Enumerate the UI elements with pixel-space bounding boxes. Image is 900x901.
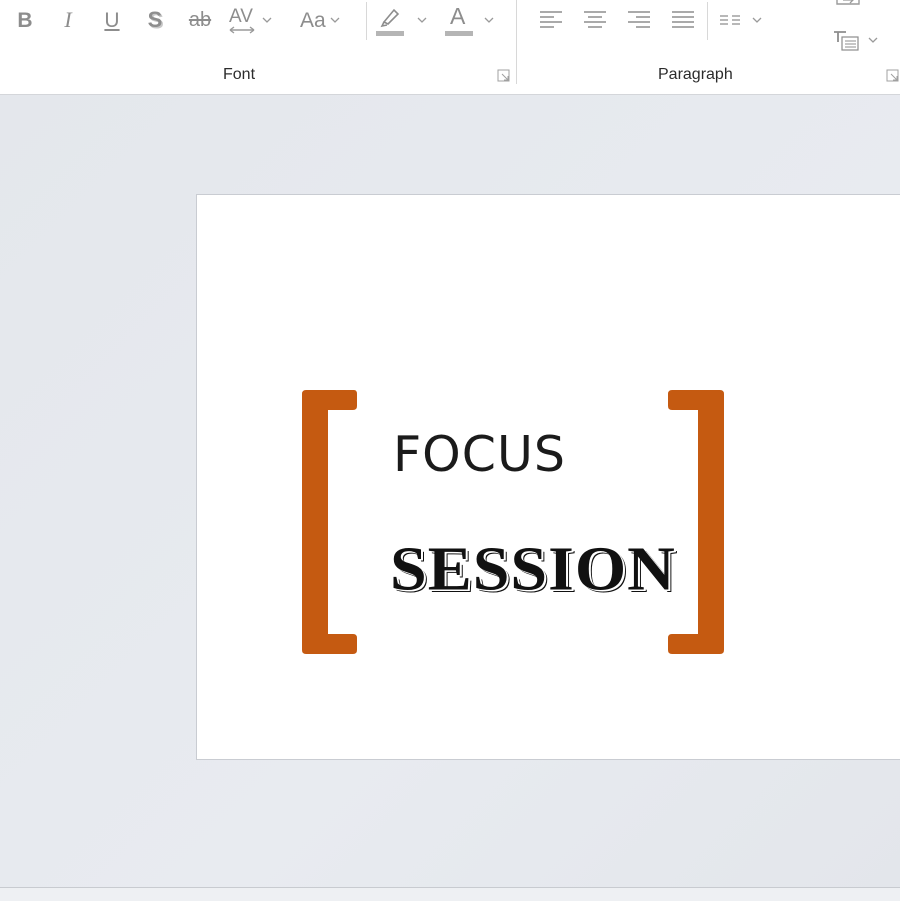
font-color-button[interactable]: A [444,0,500,40]
group-separator [516,0,517,84]
chevron-down-icon [752,17,762,23]
highlighter-icon [375,3,405,37]
align-left-button[interactable] [536,0,566,40]
dialog-launcher-icon [886,69,899,82]
paragraph-group-label: Paragraph [658,66,733,83]
font-group-label: Font [223,66,256,83]
align-center-icon [584,11,606,28]
align-center-button[interactable] [580,0,610,40]
font-dialog-launcher[interactable] [497,69,510,82]
slide-title-line2[interactable]: SESSION [390,538,676,601]
text-direction-icon [836,0,860,5]
font-color-icon: A [444,3,474,37]
slide-title-line1[interactable]: FOCUS [393,430,566,479]
justify-icon [672,11,694,28]
align-right-button[interactable] [624,0,654,40]
strikethrough-button[interactable]: ab [184,0,216,40]
highlight-color-button[interactable] [375,0,431,40]
align-right-icon [628,11,650,28]
align-text-icon [834,31,859,51]
left-bracket-shape[interactable] [300,388,360,658]
strikethrough-icon: ab [188,9,212,31]
paragraph-dialog-launcher[interactable] [886,69,899,82]
chevron-down-icon [868,37,878,43]
justify-button[interactable] [668,0,698,40]
align-text-button[interactable] [832,22,888,58]
align-left-icon [540,11,562,28]
underline-icon: U [104,8,120,32]
chevron-down-icon [484,17,494,23]
italic-button[interactable]: I [56,0,80,40]
bottom-scroll-area [0,887,900,901]
change-case-button[interactable]: Aa [300,0,350,40]
columns-button[interactable] [718,0,768,40]
text-shadow-button[interactable]: S [142,0,168,40]
separator [707,2,708,40]
separator [366,2,367,40]
right-bracket-shape[interactable] [666,388,726,658]
chevron-down-icon [330,17,340,23]
dialog-launcher-icon [497,69,510,82]
change-case-icon: Aa [300,8,326,32]
bold-icon: B [17,8,33,32]
bold-button[interactable]: B [12,0,38,40]
underline-button[interactable]: U [99,0,125,40]
character-spacing-button[interactable]: AV [226,0,282,40]
character-spacing-icon: AV [226,3,258,37]
ribbon: B I U S ab AV Aa A Font Paragraph [0,0,900,95]
columns-icon [720,15,740,25]
chevron-down-icon [417,17,427,23]
text-shadow-icon: S [147,7,163,32]
chevron-down-icon [262,17,272,23]
italic-icon: I [64,7,72,32]
text-direction-button[interactable] [830,0,866,8]
